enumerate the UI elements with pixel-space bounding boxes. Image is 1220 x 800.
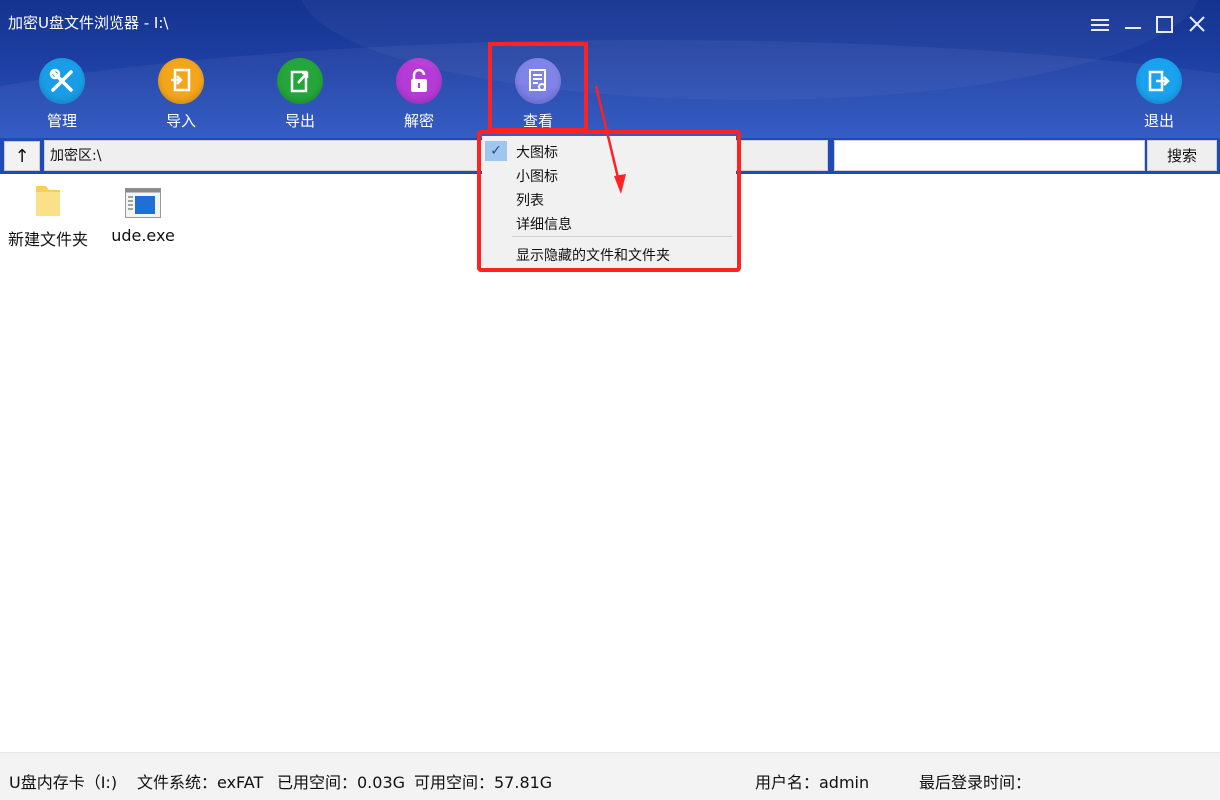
file-name: 新建文件夹	[7, 230, 88, 249]
status-last-login: 最后登录时间：	[919, 773, 1032, 792]
search-input[interactable]	[834, 140, 1145, 171]
minimize-icon[interactable]	[1120, 12, 1146, 38]
file-item-exe[interactable]: ude.exe	[95, 178, 191, 245]
annotation-arrow-icon	[594, 85, 626, 194]
decrypt-label: 解密	[403, 112, 434, 130]
close-icon[interactable]	[1184, 12, 1210, 38]
menu-item-label: 显示隐藏的文件和文件夹	[516, 248, 670, 264]
export-icon	[277, 58, 323, 104]
file-item-folder[interactable]: 新建文件夹	[0, 178, 96, 250]
manage-button[interactable]: 管理	[22, 58, 102, 131]
status-filesystem: 文件系统：exFAT	[137, 773, 264, 792]
window-title: 加密U盘文件浏览器 - I:\	[8, 14, 169, 32]
status-bar: U盘内存卡（I:) 文件系统：exFAT 已用空间：0.03G 可用空间：57.…	[0, 752, 1220, 800]
import-button[interactable]: 导入	[141, 58, 221, 131]
unlock-icon	[396, 58, 442, 104]
menu-item-label: 大图标	[516, 145, 558, 161]
up-button[interactable]: ↑	[4, 141, 40, 171]
view-label: 查看	[522, 112, 553, 130]
exe-file-icon	[95, 178, 191, 218]
import-icon	[158, 58, 204, 104]
maximize-icon[interactable]	[1151, 12, 1177, 38]
menu-item-show-hidden[interactable]: 显示隐藏的文件和文件夹	[482, 242, 736, 266]
view-button[interactable]: 查看	[498, 58, 578, 131]
menu-icon[interactable]	[1087, 12, 1113, 38]
menu-item-label: 详细信息	[516, 217, 572, 233]
search-button[interactable]: 搜索	[1147, 140, 1217, 171]
decrypt-button[interactable]: 解密	[379, 58, 459, 131]
status-free-space: 可用空间：57.81G	[414, 773, 553, 792]
manage-label: 管理	[46, 112, 77, 130]
exit-label: 退出	[1143, 112, 1174, 130]
menu-item-label: 小图标	[516, 169, 558, 185]
menu-item-details[interactable]: 详细信息	[482, 211, 736, 235]
import-label: 导入	[165, 112, 196, 130]
status-username: 用户名：admin	[755, 773, 870, 792]
checkmark-icon: ✓	[485, 141, 507, 161]
menu-divider	[512, 236, 732, 237]
folder-icon	[0, 178, 96, 218]
status-used-space: 已用空间：0.03G	[277, 773, 406, 792]
view-document-icon	[515, 58, 561, 104]
menu-item-label: 列表	[516, 193, 544, 209]
export-label: 导出	[284, 112, 315, 130]
export-button[interactable]: 导出	[260, 58, 340, 131]
exit-icon	[1136, 58, 1182, 104]
status-drive: U盘内存卡（I:)	[9, 773, 118, 792]
file-name: ude.exe	[111, 226, 175, 245]
wrench-icon	[39, 58, 85, 104]
exit-button[interactable]: 退出	[1119, 58, 1199, 131]
